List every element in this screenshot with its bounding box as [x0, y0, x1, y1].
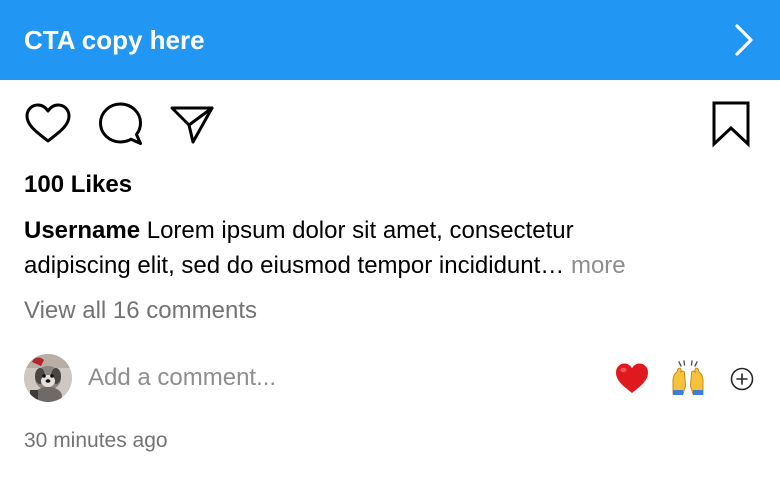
- plus-circle-icon[interactable]: [729, 366, 755, 392]
- caption-line-2: adipiscing elit, sed do eiusmod tempor i…: [24, 248, 744, 283]
- comment-icon[interactable]: [96, 100, 144, 148]
- view-all-comments-link[interactable]: View all 16 comments: [24, 294, 257, 328]
- caption: Username Lorem ipsum dolor sit amet, con…: [24, 213, 744, 283]
- caption-more-link[interactable]: more: [571, 252, 626, 279]
- comment-input[interactable]: [88, 360, 568, 396]
- likes-count: 100 Likes: [24, 171, 133, 198]
- post-timestamp: 30 minutes ago: [24, 429, 168, 452]
- avatar: [24, 354, 72, 402]
- share-icon[interactable]: [168, 100, 216, 148]
- caption-text-2: adipiscing elit, sed do eiusmod tempor i…: [24, 252, 571, 279]
- caption-username[interactable]: Username: [24, 217, 140, 244]
- caption-text-1: Lorem ipsum dolor sit amet, consectetur: [140, 217, 574, 244]
- red-heart-emoji-icon[interactable]: [614, 360, 650, 396]
- caption-line-1: Username Lorem ipsum dolor sit amet, con…: [24, 213, 744, 248]
- heart-icon[interactable]: [24, 100, 72, 148]
- chevron-right-icon: [728, 22, 758, 58]
- cta-label: CTA copy here: [24, 25, 205, 55]
- raised-hands-emoji-icon[interactable]: [670, 360, 706, 396]
- cta-banner[interactable]: CTA copy here: [0, 0, 780, 80]
- bookmark-icon[interactable]: [707, 100, 755, 148]
